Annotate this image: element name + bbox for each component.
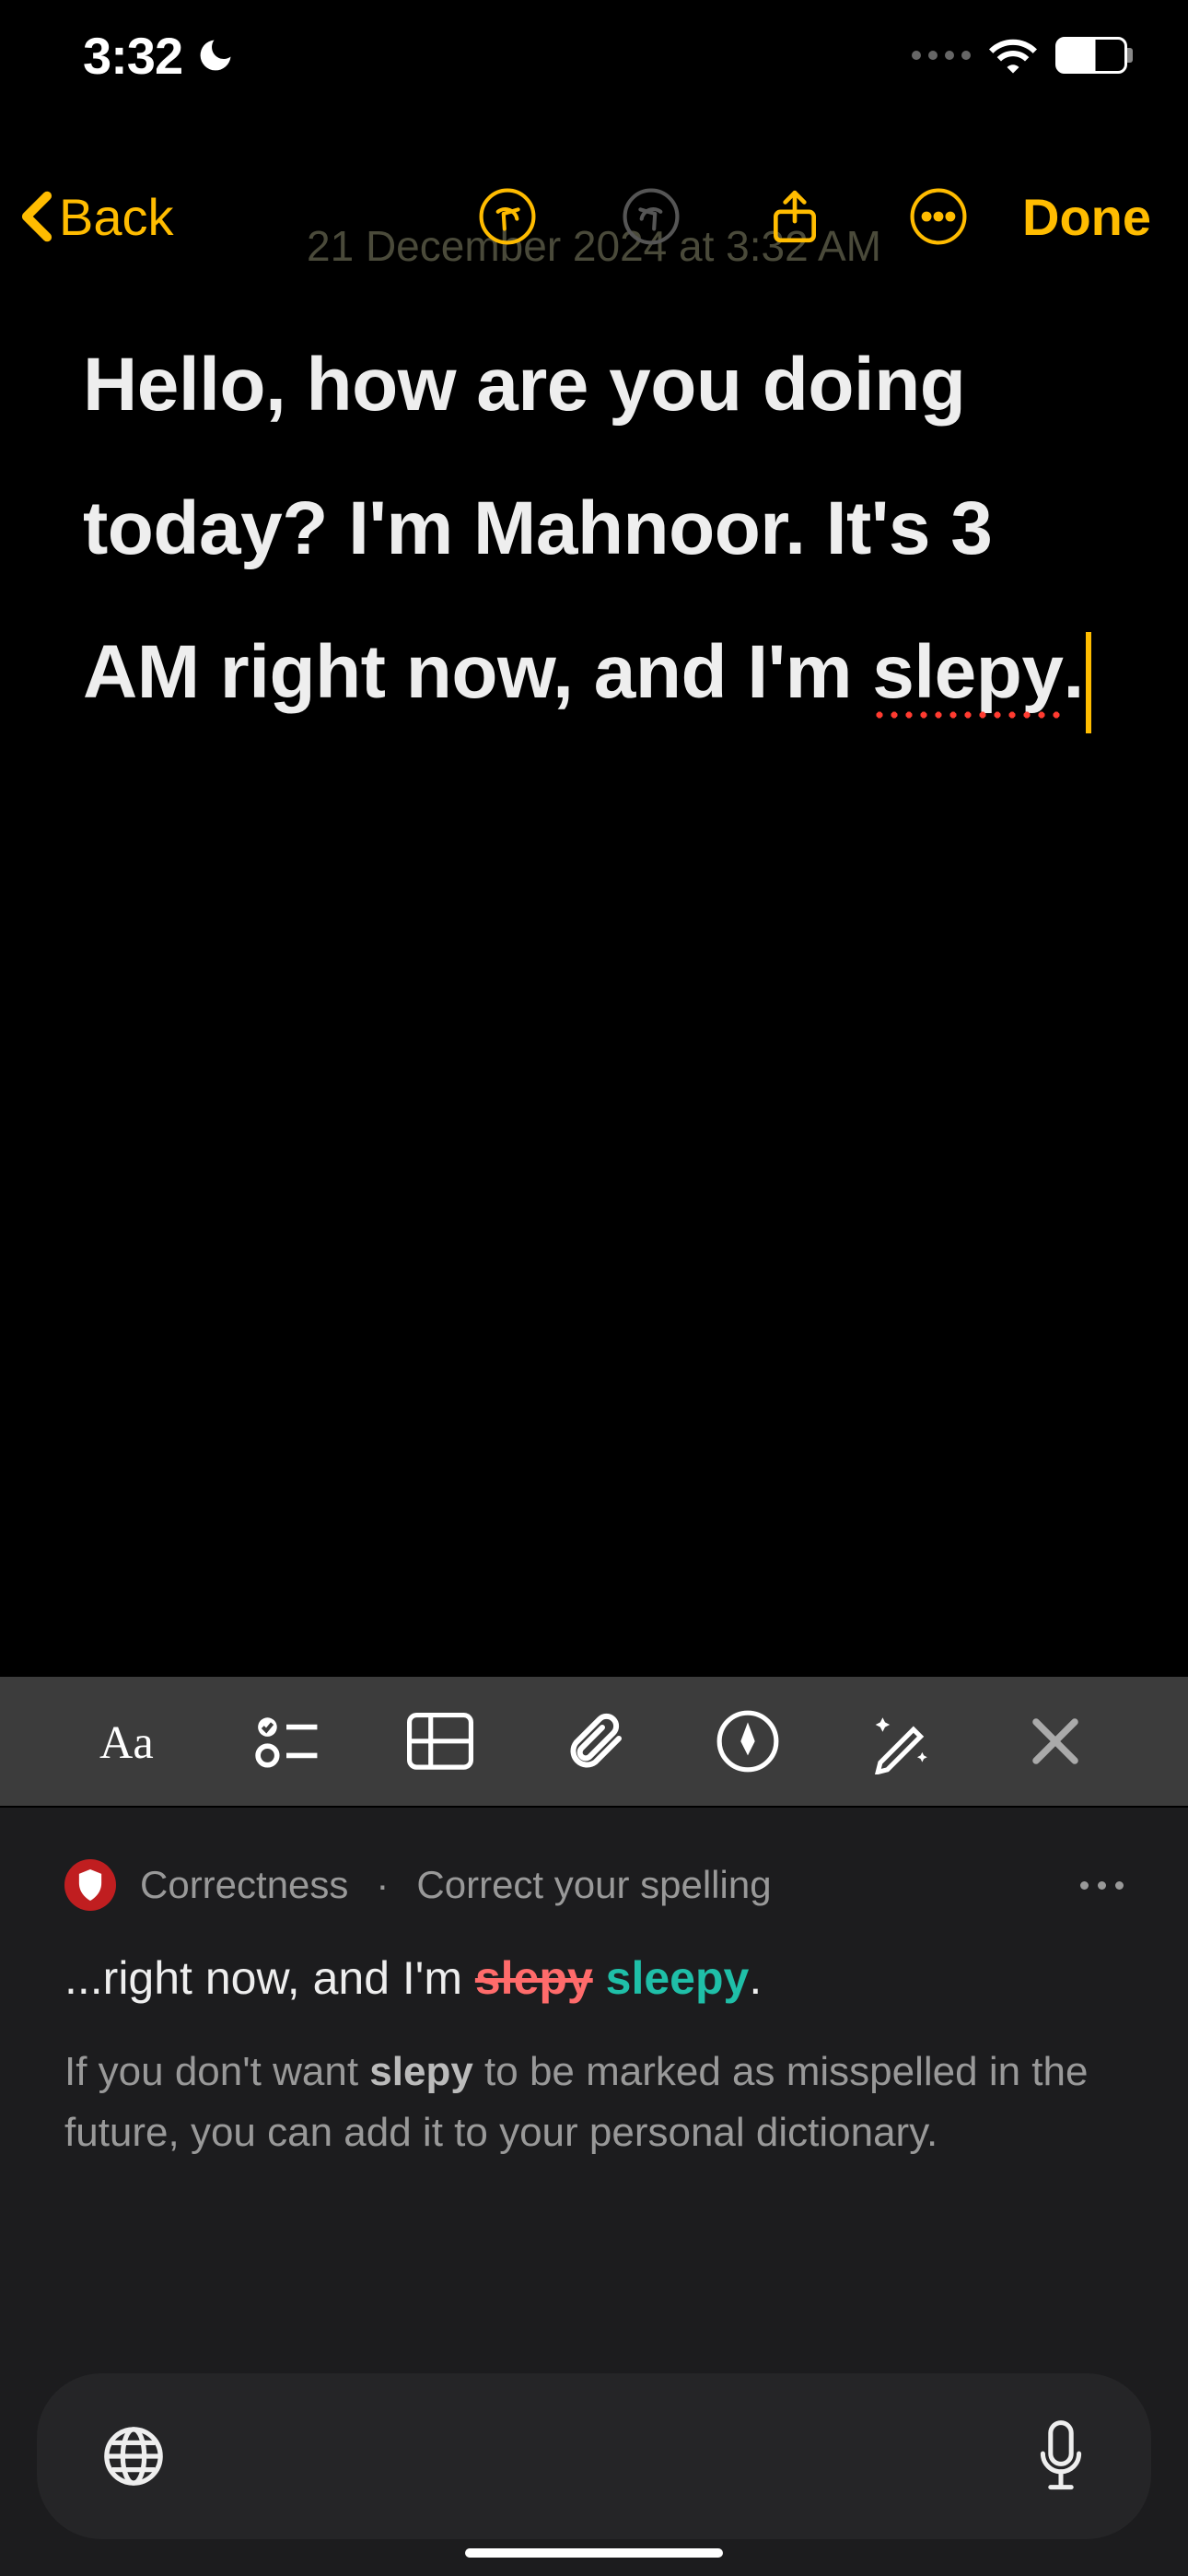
undo-button[interactable] bbox=[479, 188, 536, 245]
undo-icon bbox=[479, 188, 536, 245]
nav-bar: 21 December 2024 at 3:32 AM Back bbox=[0, 166, 1188, 267]
text-cursor bbox=[1086, 632, 1091, 733]
format-toolbar: Aa bbox=[0, 1677, 1188, 1806]
status-bar: 3:32 56 bbox=[0, 0, 1188, 111]
table-button[interactable] bbox=[407, 1708, 473, 1774]
redo-icon bbox=[623, 188, 680, 245]
suggestion-description: If you don't want slepy to be marked as … bbox=[64, 2042, 1124, 2163]
sparkle-pen-icon bbox=[868, 1708, 935, 1774]
replacement-word: sleepy bbox=[606, 1952, 750, 2004]
battery-level: 56 bbox=[1078, 41, 1105, 70]
note-text-editor[interactable]: Hello, how are you doing today? I'm Mahn… bbox=[83, 313, 1105, 744]
suggestion-more-button[interactable] bbox=[1080, 1881, 1124, 1890]
status-time: 3:32 bbox=[83, 26, 182, 86]
close-toolbar-button[interactable] bbox=[1022, 1708, 1089, 1774]
page-dots-icon bbox=[912, 51, 971, 60]
more-button[interactable] bbox=[910, 188, 967, 245]
microphone-icon[interactable] bbox=[1035, 2419, 1087, 2493]
done-button[interactable]: Done bbox=[1022, 187, 1151, 247]
suggestion-category: Correctness bbox=[140, 1863, 348, 1907]
close-icon bbox=[1022, 1708, 1089, 1774]
text-style-button[interactable]: Aa bbox=[99, 1708, 166, 1774]
table-icon bbox=[407, 1713, 473, 1770]
pen-circle-icon bbox=[715, 1708, 781, 1774]
status-time-group: 3:32 bbox=[83, 26, 236, 86]
note-text-after: . bbox=[1063, 630, 1083, 714]
svg-text:Aa: Aa bbox=[99, 1718, 154, 1764]
attachment-button[interactable] bbox=[561, 1708, 627, 1774]
checklist-icon bbox=[253, 1708, 320, 1774]
home-indicator[interactable] bbox=[465, 2548, 723, 2558]
redo-button bbox=[623, 188, 680, 245]
note-text: Hello, how are you doing today? I'm Mahn… bbox=[83, 343, 992, 714]
ai-compose-button[interactable] bbox=[868, 1708, 935, 1774]
chevron-left-icon bbox=[18, 191, 55, 242]
paperclip-icon bbox=[561, 1708, 627, 1774]
status-right: 56 bbox=[912, 37, 1133, 74]
grammar-suggestion-panel: Correctness · Correct your spelling ...r… bbox=[0, 1808, 1188, 2576]
wrong-word: slepy bbox=[475, 1952, 593, 2004]
wifi-icon bbox=[989, 37, 1037, 74]
misspelled-word[interactable]: slepy bbox=[872, 630, 1063, 714]
more-circle-icon bbox=[910, 188, 967, 245]
keyboard-input-bar[interactable] bbox=[37, 2373, 1151, 2539]
battery-icon: 56 bbox=[1055, 37, 1133, 74]
back-button[interactable]: Back bbox=[18, 187, 174, 247]
checklist-button[interactable] bbox=[253, 1708, 320, 1774]
share-icon bbox=[766, 188, 823, 245]
markup-button[interactable] bbox=[715, 1708, 781, 1774]
suggestion-diff: ...right now, and I'm slepy sleepy. bbox=[64, 1951, 1124, 2005]
text-aa-icon: Aa bbox=[99, 1718, 166, 1764]
dnd-moon-icon bbox=[195, 35, 236, 76]
suggestion-header: Correctness · Correct your spelling bbox=[64, 1859, 1124, 1911]
correctness-shield-icon bbox=[64, 1859, 116, 1911]
share-button[interactable] bbox=[766, 188, 823, 245]
back-label: Back bbox=[59, 187, 174, 247]
globe-icon[interactable] bbox=[101, 2424, 166, 2488]
suggestion-title: Correct your spelling bbox=[416, 1863, 771, 1907]
